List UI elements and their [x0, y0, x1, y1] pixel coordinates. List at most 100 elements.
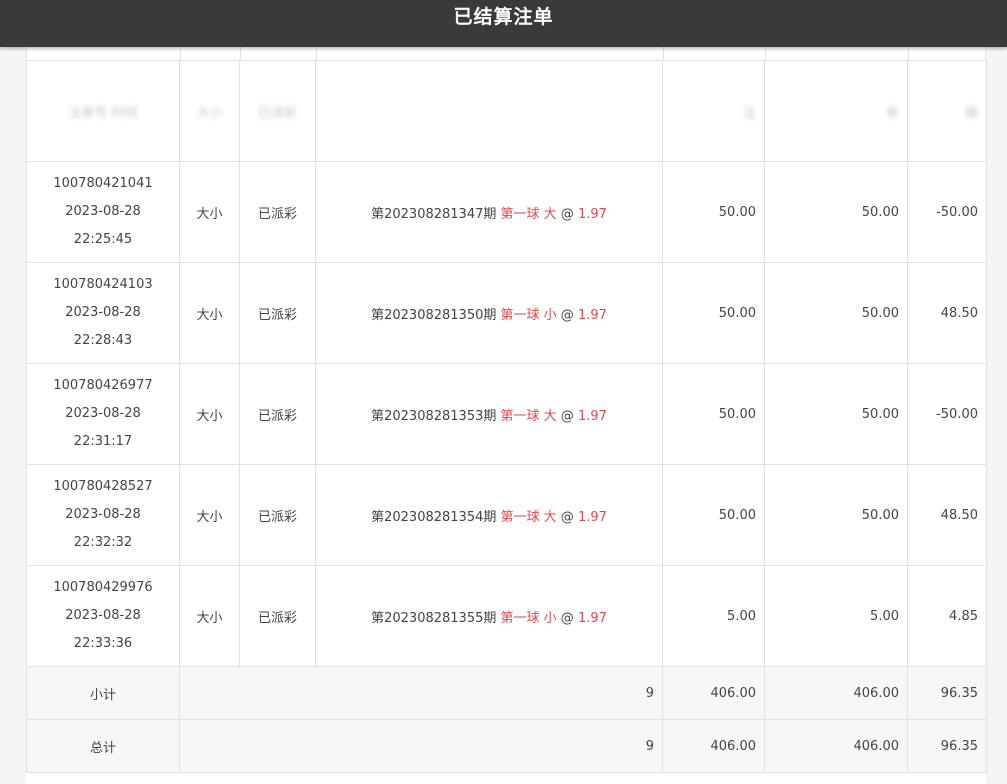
header-cell-bet: 注 [662, 60, 765, 162]
bet-amount: 50.00 [662, 363, 765, 465]
header-cell-id: 注单号 时间 [26, 60, 180, 162]
total-label: 总计 [26, 719, 180, 773]
subtotal-row: 小计 9 406.00 406.00 96.35 [26, 666, 987, 720]
order-id[interactable]: 100780428527 [27, 473, 179, 501]
odds-value: 1.97 [577, 307, 607, 323]
period-label: 第202308281354期 [371, 509, 497, 525]
header-cell-result: 输 [907, 60, 987, 162]
order-status: 已派彩 [239, 464, 316, 566]
table-row: 100780424103 2023-08-28 22:28:43 大小 已派彩 第2023… [26, 262, 987, 364]
period-label: 第202308281347期 [371, 206, 497, 222]
total-count: 9 [179, 719, 663, 773]
bet-content: 第202308281353期 第一球 大 @ 1.97 [315, 363, 663, 465]
result-amount: 48.50 [907, 262, 987, 364]
play-type: 大小 [179, 161, 240, 263]
at-symbol: @ [560, 408, 574, 424]
bet-amount: 50.00 [662, 161, 765, 263]
total-valid: 406.00 [764, 719, 908, 773]
play-type: 大小 [179, 262, 240, 364]
order-date: 2023-08-28 [65, 305, 141, 320]
total-row: 总计 9 406.00 406.00 96.35 [26, 719, 987, 773]
table-row: 100780429976 2023-08-28 22:33:36 大小 已派彩 第2023… [26, 565, 987, 667]
pick-label: 第一球 小 [500, 307, 557, 323]
order-id-cell: 100780429976 2023-08-28 22:33:36 [26, 565, 180, 667]
pick-label: 第一球 大 [500, 408, 557, 424]
period-label: 第202308281355期 [371, 610, 497, 626]
bet-amount: 50.00 [662, 262, 765, 364]
settled-orders-table: 注单号 时间 大小 已派彩 注 有 输 100780421041 2023-08-… [26, 60, 987, 773]
result-amount: -50.00 [907, 363, 987, 465]
table-body: 注单号 时间 大小 已派彩 注 有 输 [26, 60, 987, 162]
order-date: 2023-08-28 [65, 204, 141, 219]
subtotal-label: 小计 [26, 666, 180, 720]
totals: 小计 9 406.00 406.00 96.35 总计 9 406.00 406… [26, 666, 987, 773]
valid-amount: 5.00 [764, 565, 908, 667]
order-date: 2023-08-28 [65, 507, 141, 522]
order-id[interactable]: 100780426977 [27, 372, 179, 400]
order-id-cell: 100780424103 2023-08-28 22:28:43 [26, 262, 180, 364]
table-top-strip [26, 47, 986, 60]
top-bar: 已结算注单 [0, 0, 1007, 47]
at-symbol: @ [560, 307, 574, 323]
order-status: 已派彩 [239, 161, 316, 263]
header-cell-status: 已派彩 [239, 60, 316, 162]
order-status: 已派彩 [239, 363, 316, 465]
bet-content: 第202308281350期 第一球 小 @ 1.97 [315, 262, 663, 364]
period-label: 第202308281353期 [371, 408, 497, 424]
odds-value: 1.97 [577, 206, 607, 222]
play-type: 大小 [179, 363, 240, 465]
subtotal-count: 9 [179, 666, 663, 720]
subtotal-valid: 406.00 [764, 666, 908, 720]
order-status: 已派彩 [239, 262, 316, 364]
table-row: 100780426977 2023-08-28 22:31:17 大小 已派彩 第2023… [26, 363, 987, 465]
header-cell-valid: 有 [764, 60, 908, 162]
period-label: 第202308281350期 [371, 307, 497, 323]
valid-amount: 50.00 [764, 161, 908, 263]
at-symbol: @ [560, 206, 574, 222]
order-status: 已派彩 [239, 565, 316, 667]
order-id[interactable]: 100780421041 [27, 170, 179, 198]
total-result: 96.35 [907, 719, 987, 773]
valid-amount: 50.00 [764, 464, 908, 566]
order-id[interactable]: 100780429976 [27, 574, 179, 602]
at-symbol: @ [560, 509, 574, 525]
order-rows: 100780421041 2023-08-28 22:25:45 大小 已派彩 第2023… [26, 161, 987, 667]
header-cell-content [315, 60, 663, 162]
valid-amount: 50.00 [764, 262, 908, 364]
subtotal-result: 96.35 [907, 666, 987, 720]
bet-amount: 50.00 [662, 464, 765, 566]
total-bet: 406.00 [662, 719, 765, 773]
valid-amount: 50.00 [764, 363, 908, 465]
order-id-cell: 100780428527 2023-08-28 22:32:32 [26, 464, 180, 566]
result-amount: -50.00 [907, 161, 987, 263]
subtotal-bet: 406.00 [662, 666, 765, 720]
bet-content: 第202308281347期 第一球 大 @ 1.97 [315, 161, 663, 263]
result-amount: 48.50 [907, 464, 987, 566]
result-amount: 4.85 [907, 565, 987, 667]
table-header-row: 注单号 时间 大小 已派彩 注 有 输 [26, 60, 987, 162]
pick-label: 第一球 小 [500, 610, 557, 626]
table-row: 100780421041 2023-08-28 22:25:45 大小 已派彩 第2023… [26, 161, 987, 263]
play-type: 大小 [179, 464, 240, 566]
table-row: 100780428527 2023-08-28 22:32:32 大小 已派彩 第2023… [26, 464, 987, 566]
play-type: 大小 [179, 565, 240, 667]
pick-label: 第一球 大 [500, 206, 557, 222]
at-symbol: @ [560, 610, 574, 626]
order-id-cell: 100780421041 2023-08-28 22:25:45 [26, 161, 180, 263]
page-title: 已结算注单 [453, 6, 554, 28]
order-time: 22:25:45 [73, 232, 133, 247]
bet-content: 第202308281354期 第一球 大 @ 1.97 [315, 464, 663, 566]
order-time: 22:32:32 [73, 535, 133, 550]
order-time: 22:33:36 [73, 636, 133, 651]
pick-label: 第一球 大 [500, 509, 557, 525]
order-date: 2023-08-28 [65, 608, 141, 623]
order-time: 22:31:17 [73, 434, 133, 449]
odds-value: 1.97 [577, 509, 607, 525]
order-id[interactable]: 100780424103 [27, 271, 179, 299]
order-id-cell: 100780426977 2023-08-28 22:31:17 [26, 363, 180, 465]
order-time: 22:28:43 [73, 333, 133, 348]
header-cell-type: 大小 [179, 60, 240, 162]
bet-amount: 5.00 [662, 565, 765, 667]
order-date: 2023-08-28 [65, 406, 141, 421]
odds-value: 1.97 [577, 408, 607, 424]
